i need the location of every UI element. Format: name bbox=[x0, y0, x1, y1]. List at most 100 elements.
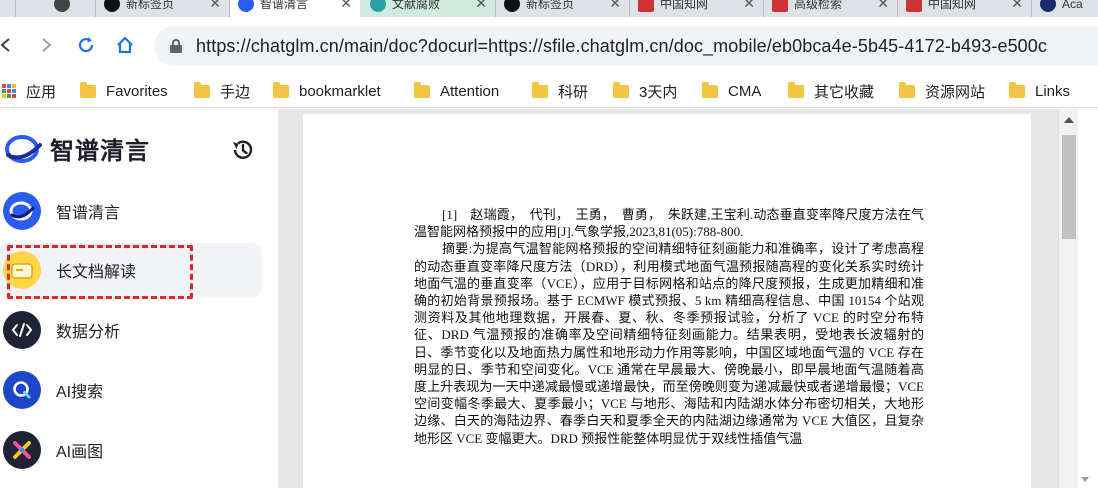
scroll-up-arrow-icon[interactable] bbox=[1064, 117, 1074, 123]
tab-academic[interactable]: Aca bbox=[1032, 0, 1098, 17]
close-icon[interactable]: ✕ bbox=[475, 0, 487, 12]
academic-icon bbox=[1040, 0, 1056, 12]
app-logo[interactable]: 智谱清言 bbox=[4, 131, 150, 166]
tab-partial[interactable] bbox=[0, 0, 16, 17]
folder-icon bbox=[613, 81, 629, 98]
tab-title: 文献腐败 bbox=[392, 0, 441, 11]
home-icon[interactable] bbox=[113, 33, 137, 57]
bookmark-label: 3天内 bbox=[639, 83, 678, 101]
url-text[interactable]: https://chatglm.cn/main/doc?docurl=https… bbox=[196, 36, 1047, 57]
sidebar: 智谱清言 智谱清言 长文档解读 数据分析 AI搜索 AI画图 bbox=[0, 109, 278, 488]
new-tab-icon bbox=[504, 0, 520, 12]
document-page: [1] 赵瑞霞， 代刊， 王勇， 曹勇， 朱跃建,王宝利.动态垂直变率降尺度方法… bbox=[303, 114, 1031, 488]
history-icon[interactable] bbox=[230, 137, 256, 163]
bookmark-label: bookmarklet bbox=[299, 82, 381, 100]
browser-tab-strip: 新标签页 ✕ 智谱清言 ✕ 文献腐败 ✕ 新标签页 ✕ 中国知网 ✕ 高级检索 … bbox=[0, 0, 1098, 17]
nav-label: 长文档解读 bbox=[56, 264, 137, 281]
apps-grid-icon bbox=[2, 84, 16, 98]
document-folder-icon bbox=[3, 251, 41, 289]
bookmark-attention[interactable]: Attention bbox=[414, 74, 499, 108]
github-icon bbox=[54, 0, 70, 12]
tab-title: 高级检索 bbox=[794, 0, 843, 11]
bookmark-label: 科研 bbox=[558, 83, 589, 101]
bookmark-3days[interactable]: 3天内 bbox=[613, 74, 677, 108]
bookmarks-bar: 应用 Favorites 手边 bookmarklet Attention 科研… bbox=[0, 74, 1098, 108]
bookmark-cma[interactable]: CMA bbox=[702, 74, 761, 108]
chatglm-logo-icon bbox=[5, 134, 42, 163]
document-viewer[interactable]: [1] 赵瑞霞， 代刊， 王勇， 曹勇， 朱跃建,王宝利.动态垂直变率降尺度方法… bbox=[278, 109, 1058, 488]
tab-title: Aca bbox=[1062, 0, 1083, 11]
tab-chatglm[interactable]: 智谱清言 ✕ bbox=[230, 0, 360, 17]
document-scrollbar[interactable] bbox=[1058, 109, 1078, 488]
tab-title: 中国知网 bbox=[660, 0, 709, 11]
tab-cnki-1[interactable]: 中国知网 ✕ bbox=[630, 0, 764, 17]
bookmark-other[interactable]: 其它收藏 bbox=[788, 74, 874, 108]
bookmark-favorites[interactable]: Favorites bbox=[80, 74, 168, 108]
logo-text: 智谱清言 bbox=[50, 138, 150, 165]
nav-item-chatglm[interactable]: 智谱清言 bbox=[0, 184, 262, 238]
folder-icon bbox=[702, 81, 718, 98]
folder-icon bbox=[1009, 81, 1025, 98]
tab-title: 中国知网 bbox=[928, 0, 977, 11]
scrollbar-thumb[interactable] bbox=[1062, 135, 1076, 239]
bookmark-label: CMA bbox=[728, 82, 762, 100]
bookmark-label: 应用 bbox=[26, 83, 57, 101]
cnki-icon bbox=[906, 0, 922, 12]
back-icon[interactable] bbox=[0, 33, 18, 57]
tab-literature[interactable]: 文献腐败 ✕ bbox=[362, 0, 496, 17]
folder-icon bbox=[80, 81, 96, 98]
tab-advanced-search[interactable]: 高级检索 ✕ bbox=[764, 0, 898, 17]
folder-icon bbox=[532, 81, 548, 98]
tab-title: 新标签页 bbox=[526, 0, 575, 11]
cnki-icon bbox=[772, 0, 788, 12]
folder-icon bbox=[414, 81, 430, 98]
close-icon[interactable]: ✕ bbox=[877, 0, 889, 12]
tab-new-1[interactable]: 新标签页 ✕ bbox=[96, 0, 230, 17]
chatglm-logo-icon bbox=[3, 192, 41, 230]
nav-item-ai-search[interactable]: AI搜索 bbox=[0, 363, 262, 417]
reference-paragraph: [1] 赵瑞霞， 代刊， 王勇， 曹勇， 朱跃建,王宝利.动态垂直变率降尺度方法… bbox=[414, 207, 924, 240]
close-icon[interactable]: ✕ bbox=[743, 0, 755, 12]
nav-label: 数据分析 bbox=[56, 324, 121, 341]
bookmark-resources[interactable]: 资源网站 bbox=[899, 74, 985, 108]
scroll-down-arrow-icon[interactable] bbox=[1081, 477, 1089, 482]
nav-item-ai-painting[interactable]: AI画图 bbox=[0, 423, 262, 477]
tab-1[interactable] bbox=[46, 0, 96, 17]
document-text: [1] 赵瑞霞， 代刊， 王勇， 曹勇， 朱跃建,王宝利.动态垂直变率降尺度方法… bbox=[414, 206, 924, 447]
tab-title: 新标签页 bbox=[126, 0, 175, 11]
painting-x-icon bbox=[3, 431, 41, 469]
address-bar[interactable]: https://chatglm.cn/main/doc?docurl=https… bbox=[154, 26, 1098, 66]
new-tab-icon bbox=[104, 0, 120, 12]
bookmark-shoubian[interactable]: 手边 bbox=[194, 74, 250, 108]
box-icon bbox=[370, 0, 386, 12]
bookmark-label: Links bbox=[1035, 82, 1071, 100]
reload-icon[interactable] bbox=[74, 33, 98, 57]
lock-icon bbox=[170, 39, 182, 53]
bookmark-label: 手边 bbox=[220, 83, 251, 101]
chatglm-favicon bbox=[238, 0, 254, 12]
nav-item-long-doc[interactable]: 长文档解读 bbox=[0, 243, 262, 297]
tab-title: 智谱清言 bbox=[260, 0, 309, 11]
close-icon[interactable]: ✕ bbox=[340, 0, 352, 12]
bookmark-label: Attention bbox=[440, 82, 500, 100]
browser-toolbar: https://chatglm.cn/main/doc?docurl=https… bbox=[0, 17, 1098, 74]
page-scrollbar[interactable] bbox=[1078, 109, 1098, 488]
folder-icon bbox=[194, 81, 210, 98]
nav-label: AI画图 bbox=[56, 444, 104, 461]
close-icon[interactable]: ✕ bbox=[209, 0, 221, 12]
bookmark-label: 其它收藏 bbox=[814, 83, 875, 101]
bookmark-links[interactable]: Links bbox=[1009, 74, 1070, 108]
tab-new-2[interactable]: 新标签页 ✕ bbox=[496, 0, 630, 17]
forward-icon[interactable] bbox=[34, 33, 58, 57]
nav-item-data-analysis[interactable]: 数据分析 bbox=[0, 303, 262, 357]
folder-icon bbox=[899, 81, 915, 98]
bookmark-label: 资源网站 bbox=[925, 83, 986, 101]
close-icon[interactable]: ✕ bbox=[609, 0, 621, 12]
tab-cnki-2[interactable]: 中国知网 ✕ bbox=[898, 0, 1032, 17]
bookmark-apps[interactable]: 应用 bbox=[2, 74, 56, 108]
bookmark-label: Favorites bbox=[106, 82, 168, 100]
nav-label: AI搜索 bbox=[56, 384, 104, 401]
close-icon[interactable]: ✕ bbox=[1011, 0, 1023, 12]
bookmark-keyan[interactable]: 科研 bbox=[532, 74, 588, 108]
bookmark-bookmarklet[interactable]: bookmarklet bbox=[273, 74, 381, 108]
